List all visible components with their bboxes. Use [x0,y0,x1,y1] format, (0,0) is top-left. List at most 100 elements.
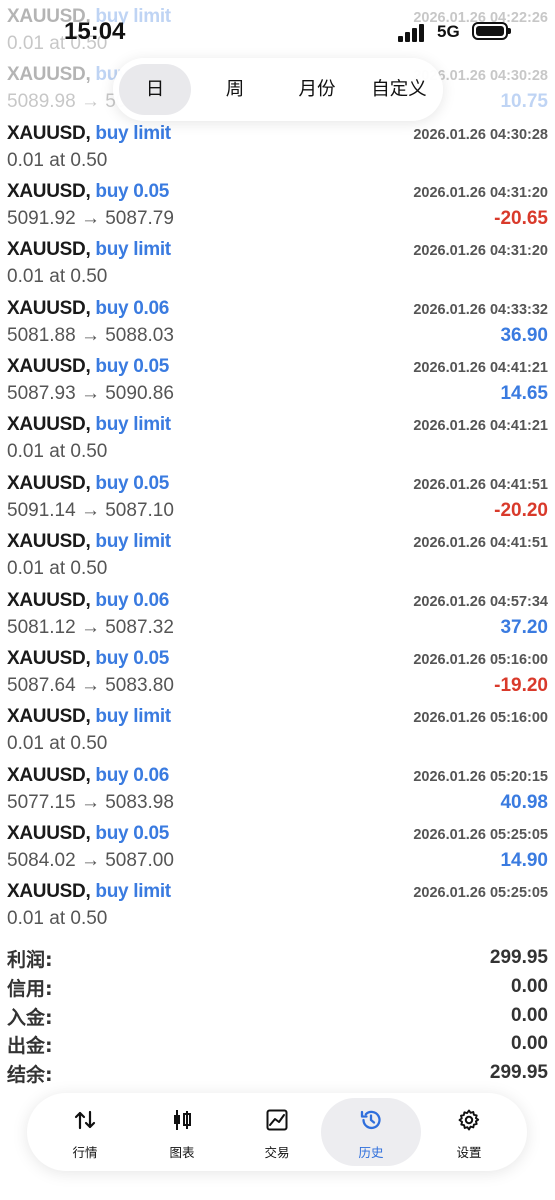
trade-symbol: XAUUSD [7,356,86,378]
trade-action: buy 0.05 [95,822,170,844]
trade-timestamp: 2026.01.26 04:22:26 [413,10,548,26]
nav-item-1[interactable]: 图表 [132,1098,232,1166]
trade-title-separator: , [85,472,96,494]
trade-profit: 37.20 [500,616,548,638]
trade-symbol: XAUUSD [7,6,86,27]
trade-symbol: XAUUSD [7,706,86,728]
trade-title-separator: , [85,414,96,436]
trade-row[interactable]: XAUUSD, buy limit 2026.01.26 04:30:28 0.01… [0,119,555,177]
trade-row[interactable]: XAUUSD, buy limit 2026.01.26 04:41:51 0.01… [0,527,555,585]
trade-title-separator: , [85,647,96,669]
trade-prices: 0.01 at 0.50 [7,441,108,463]
nav-item-label: 行情 [72,1145,98,1160]
summary-label: 出金: [7,1035,53,1058]
trade-symbol: XAUUSD [7,589,86,611]
trade-title: XAUUSD, buy 0.06 [7,298,169,320]
trade-symbol: XAUUSD [7,472,86,494]
nav-item-label: 图表 [169,1145,195,1160]
trade-timestamp: 2026.01.26 04:41:51 [413,476,548,493]
trade-title-separator: , [85,6,96,27]
summary-label: 信用: [7,977,53,1000]
trade-timestamp: 2026.01.26 05:16:00 [413,710,548,727]
trade-timestamp: 2026.01.26 04:41:51 [413,535,548,552]
nav-item-3[interactable]: 历史 [321,1098,421,1166]
summary-row: 信用: 0.00 [0,972,555,1001]
trade-title-separator: , [85,764,96,786]
trade-symbol: XAUUSD [7,122,86,144]
trade-prices: 5081.88 → 5088.03 [7,324,174,346]
trade-profit: 10.75 [500,91,548,113]
summary-label: 入金: [7,1006,53,1029]
trade-action: buy limit [95,414,171,436]
trade-row[interactable]: XAUUSD, buy 0.06 2026.01.26 04:33:32 5081.… [0,294,555,352]
trade-row[interactable]: XAUUSD, buy 0.06 2026.01.26 04:57:34 5081.… [0,586,555,644]
trade-row[interactable]: XAUUSD, buy 0.05 2026.01.26 05:25:05 5084.… [0,819,555,877]
trade-profit: 14.90 [500,849,548,871]
trade-row[interactable]: XAUUSD, buy limit 2026.01.26 04:41:21 0.01… [0,410,555,468]
trade-action: buy limit [95,122,171,144]
tab-period-1[interactable]: 周 [196,64,274,115]
trade-action: buy 0.05 [95,181,170,203]
trade-symbol: XAUUSD [7,239,86,261]
trade-title: XAUUSD, buy limit [7,6,171,28]
trade-timestamp: 2026.01.26 05:25:05 [413,885,548,902]
trade-row[interactable]: XAUUSD, buy limit 2026.01.26 04:22:26 0.01… [0,2,555,60]
trade-row[interactable]: XAUUSD, buy 0.06 2026.01.26 05:20:15 5077.… [0,761,555,819]
tab-period-0[interactable]: 日 [119,64,191,115]
trade-title-separator: , [85,181,96,203]
trade-row[interactable]: XAUUSD, buy 0.05 2026.01.26 05:16:00 5087.… [0,644,555,702]
trade-title: XAUUSD, buy 0.05 [7,473,169,495]
trade-profit: -20.65 [494,208,548,230]
trade-title: XAUUSD, buy 0.06 [7,590,169,612]
summary-value: 0.00 [511,1004,548,1026]
trade-row[interactable]: XAUUSD, buy limit 2026.01.26 05:25:05 0.01… [0,877,555,935]
trade-row[interactable]: XAUUSD, buy 0.05 2026.01.26 04:41:21 5087.… [0,352,555,410]
trade-prices: 0.01 at 0.50 [7,266,108,288]
bottom-navigation: 行情 图表 交易 历史 设置 [27,1093,527,1171]
trade-title-separator: , [85,356,96,378]
trade-action: buy 0.05 [95,356,170,378]
trade-row[interactable]: XAUUSD, buy 0.05 2026.01.26 04:41:51 5091.… [0,469,555,527]
trade-prices: 5087.64 → 5083.80 [7,674,174,696]
summary-label: 利润: [7,949,53,971]
nav-item-2[interactable]: 交易 [227,1098,327,1166]
summary-value: 299.95 [489,947,548,968]
trade-title: XAUUSD, buy limit [7,531,171,553]
trade-action: buy 0.06 [95,589,170,611]
trade-prices: 0.01 at 0.50 [7,558,108,580]
trade-timestamp: 2026.01.26 04:33:32 [413,301,548,318]
trade-profit: 14.65 [500,383,548,405]
tab-period-2[interactable]: 月份 [278,64,356,115]
trade-timestamp: 2026.01.26 04:31:20 [413,185,548,202]
trade-timestamp: 2026.01.26 05:25:05 [413,826,548,843]
trade-title-separator: , [85,881,96,903]
trade-timestamp: 2026.01.26 04:41:21 [413,418,548,435]
trade-title-separator: , [85,706,96,728]
tab-period-3[interactable]: 自定义 [360,64,438,115]
trade-row[interactable]: XAUUSD, buy limit 2026.01.26 05:16:00 0.01… [0,702,555,760]
trade-row[interactable]: XAUUSD, buy limit 2026.01.26 04:31:20 0.01… [0,235,555,293]
trade-prices: 5084.02 → 5087.00 [7,849,174,871]
trade-title: XAUUSD, buy 0.06 [7,765,169,787]
trade-action: buy limit [95,531,171,553]
trade-title-separator: , [85,122,96,144]
trade-row[interactable]: XAUUSD, buy 0.05 2026.01.26 04:31:20 5091.… [0,177,555,235]
trade-title: XAUUSD, buy limit [7,239,171,261]
trade-prices: 5077.15 → 5083.98 [7,791,174,813]
summary-row: 结余: 299.95 [0,1058,555,1087]
trade-prices: 5081.12 → 5087.32 [7,616,174,638]
trade-action: buy 0.05 [95,472,170,494]
trade-symbol: XAUUSD [7,414,86,436]
nav-item-0[interactable]: 行情 [35,1098,135,1166]
trade-timestamp: 2026.01.26 04:57:34 [413,593,548,610]
trade-symbol: XAUUSD [7,881,86,903]
trade-timestamp: 2026.01.26 04:41:21 [413,360,548,377]
trade-action: buy 0.05 [95,647,170,669]
nav-item-4[interactable]: 设置 [419,1098,519,1166]
trade-prices: 0.01 at 0.50 [7,33,108,54]
trade-timestamp: 2026.01.26 05:16:00 [413,651,548,668]
trade-action: buy limit [95,239,171,261]
trade-symbol: XAUUSD [7,764,86,786]
summary-row: 入金: 0.00 [0,1001,555,1030]
summary-row: 利润: 299.95 [0,943,555,972]
